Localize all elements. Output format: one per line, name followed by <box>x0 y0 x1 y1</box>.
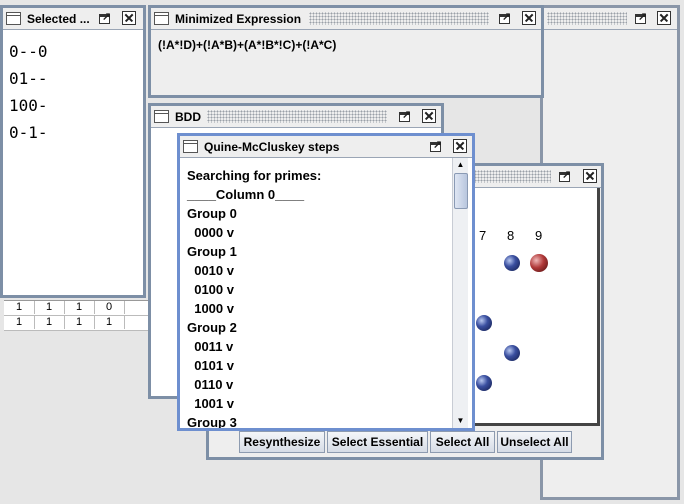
titlebar-grip <box>547 12 627 25</box>
quine-step-line: 1001 v <box>187 396 234 411</box>
quine-step-line: 0011 v <box>187 339 234 354</box>
maximize-icon[interactable] <box>559 168 571 182</box>
table-cell: 1 <box>64 316 95 329</box>
table-row[interactable]: 1110 <box>4 301 152 316</box>
table-cell: 1 <box>94 316 125 329</box>
maximize-icon[interactable] <box>399 108 411 122</box>
table-cell: 1 <box>34 316 65 329</box>
titlebar-grip <box>207 110 387 123</box>
resynthesize-button[interactable]: Resynthesize <box>239 431 325 453</box>
quine-step-line: ____Column 0____ <box>187 187 305 202</box>
quine-step-line: 0110 v <box>187 377 234 392</box>
titlebar-grip <box>471 170 551 183</box>
unselect-all-button[interactable]: Unselect All <box>497 431 572 453</box>
table-cell: 1 <box>34 301 65 314</box>
background-frame-titlebar[interactable] <box>543 8 677 30</box>
quine-step-line: 0101 v <box>187 358 234 373</box>
quine-step-line: Group 2 <box>187 320 237 335</box>
quine-content: Searching for primes: ____Column 0____ Gro… <box>180 158 472 428</box>
minimized-content: (!A*!D)+(!A*B)+(A*!B*!C)+(!A*C) <box>151 30 541 95</box>
quine-titlebar[interactable]: Quine-McCluskey steps <box>180 136 472 158</box>
quine-step-line: 1000 v <box>187 301 234 316</box>
scroll-down-arrow-icon[interactable]: ▼ <box>453 414 468 428</box>
quine-steps-text[interactable]: Searching for primes: ____Column 0____ Gro… <box>187 166 452 428</box>
list-item[interactable]: 0-1- <box>9 119 143 146</box>
kmap-node-blue[interactable] <box>504 255 520 271</box>
bdd-title: BDD <box>175 110 205 124</box>
maximize-icon[interactable] <box>499 10 511 24</box>
table-row[interactable]: 1111 <box>4 316 152 331</box>
window-icon <box>183 140 198 153</box>
table-cell: 1 <box>64 301 95 314</box>
vertical-scrollbar[interactable]: ▲ ▼ <box>452 158 468 428</box>
close-icon[interactable] <box>657 11 671 25</box>
quine-step-line: Group 0 <box>187 206 237 221</box>
list-item[interactable]: 100- <box>9 92 143 119</box>
close-icon[interactable] <box>522 11 536 25</box>
titlebar-grip <box>309 12 489 25</box>
minimized-expression-text[interactable]: (!A*!D)+(!A*B)+(A*!B*!C)+(!A*C) <box>158 38 541 52</box>
list-item[interactable]: 01-- <box>9 65 143 92</box>
quine-mccluskey-window: Quine-McCluskey steps Searching for prim… <box>177 133 475 431</box>
table-cell: 1 <box>4 301 35 314</box>
quine-title: Quine-McCluskey steps <box>204 140 344 154</box>
quine-step-line: 0000 v <box>187 225 234 240</box>
minimized-title: Minimized Expression <box>175 12 306 26</box>
truth-table-strip: 11101111 <box>4 300 152 331</box>
kmap-node-red[interactable] <box>530 254 548 272</box>
select-all-button[interactable]: Select All <box>430 431 495 453</box>
quine-step-line: Searching for primes: <box>187 168 322 183</box>
quine-step-line: Group 1 <box>187 244 237 259</box>
scroll-thumb[interactable] <box>454 173 468 209</box>
quine-step-line: 0010 v <box>187 263 234 278</box>
kmap-node-blue[interactable] <box>476 375 492 391</box>
close-icon[interactable] <box>453 139 467 153</box>
table-cell: 0 <box>94 301 125 314</box>
selected-terms-list: 0--0 01-- 100- 0-1- <box>3 30 143 295</box>
close-icon[interactable] <box>122 11 136 25</box>
window-icon <box>6 12 21 25</box>
maximize-icon[interactable] <box>99 10 111 24</box>
kmap-node-blue[interactable] <box>476 315 492 331</box>
minimized-titlebar[interactable]: Minimized Expression <box>151 8 541 30</box>
selected-title: Selected ... <box>27 12 94 26</box>
minimized-expression-window: Minimized Expression (!A*!D)+(!A*B)+(A*!… <box>148 5 544 98</box>
kmap-node-blue[interactable] <box>504 345 520 361</box>
kmap-col-label: 7 <box>479 228 487 243</box>
selected-window: Selected ... 0--0 01-- 100- 0-1- <box>0 5 146 298</box>
quine-step-line: 0100 v <box>187 282 234 297</box>
scroll-up-arrow-icon[interactable]: ▲ <box>453 158 468 172</box>
selected-titlebar[interactable]: Selected ... <box>3 8 143 30</box>
kmap-col-label: 9 <box>535 228 543 243</box>
list-item[interactable]: 0--0 <box>9 38 143 65</box>
bdd-titlebar[interactable]: BDD <box>151 106 441 128</box>
kmap-col-label: 8 <box>507 228 515 243</box>
maximize-icon[interactable] <box>430 138 442 152</box>
quine-step-line: Group 3 <box>187 415 237 428</box>
close-icon[interactable] <box>583 169 597 183</box>
window-icon <box>154 12 169 25</box>
window-icon <box>154 110 169 123</box>
select-essential-button[interactable]: Select Essential <box>327 431 428 453</box>
close-icon[interactable] <box>422 109 436 123</box>
table-cell: 1 <box>4 316 35 329</box>
maximize-icon[interactable] <box>635 10 647 24</box>
